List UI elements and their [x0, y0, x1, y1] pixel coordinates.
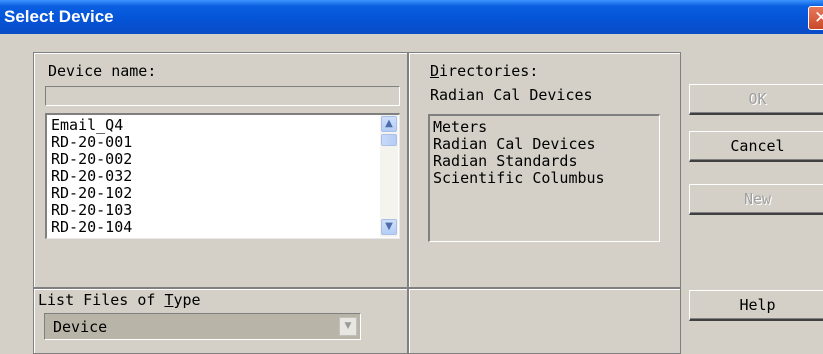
- list-item[interactable]: RD-20-102: [51, 185, 132, 202]
- current-directory: Radian Cal Devices: [430, 86, 593, 104]
- device-name-label: Device name:: [48, 62, 156, 80]
- window-title: Select Device: [4, 7, 114, 26]
- file-type-label: List Files of Type: [38, 291, 201, 309]
- device-name-label-text: Device name:: [48, 62, 157, 80]
- directory-item[interactable]: Meters: [433, 119, 605, 136]
- close-button[interactable]: ✕: [808, 6, 823, 30]
- directories-label-rest: irectories:: [439, 62, 539, 80]
- chevron-down-icon: ▼: [344, 321, 352, 331]
- new-button[interactable]: New: [689, 184, 823, 215]
- scroll-down-button[interactable]: ▼: [381, 219, 397, 235]
- help-button[interactable]: Help: [689, 290, 823, 321]
- empty-panel: [408, 288, 681, 354]
- close-icon: ✕: [814, 8, 823, 28]
- list-item[interactable]: Email_Q4: [51, 117, 132, 134]
- cancel-button[interactable]: Cancel: [689, 131, 823, 162]
- list-item[interactable]: RD-20-103: [51, 202, 132, 219]
- scroll-up-button[interactable]: ▲: [381, 116, 397, 132]
- directory-item[interactable]: Scientific Columbus: [433, 170, 605, 187]
- scroll-thumb[interactable]: [381, 134, 397, 146]
- device-list[interactable]: Email_Q4 RD-20-001 RD-20-002 RD-20-032 R…: [45, 113, 400, 239]
- directory-list[interactable]: Meters Radian Cal Devices Radian Standar…: [428, 114, 660, 242]
- device-list-scrollbar[interactable]: ▲ ▼: [380, 115, 398, 237]
- file-type-label-pre: List Files of: [38, 291, 165, 309]
- list-item[interactable]: RD-20-001: [51, 134, 132, 151]
- list-item[interactable]: RD-20-002: [51, 151, 132, 168]
- file-type-label-post: ype: [173, 291, 201, 309]
- title-bar[interactable]: Select Device ✕: [0, 0, 823, 34]
- select-device-dialog: Select Device ✕ Device name: Email_Q4 RD…: [0, 0, 823, 354]
- device-list-items: Email_Q4 RD-20-001 RD-20-002 RD-20-032 R…: [51, 117, 132, 236]
- directories-label: Directories:: [430, 62, 538, 80]
- list-item[interactable]: RD-20-104: [51, 219, 132, 236]
- directories-label-mnemonic: D: [430, 62, 440, 80]
- directory-list-items: Meters Radian Cal Devices Radian Standar…: [433, 119, 605, 187]
- dropdown-arrow-button[interactable]: ▼: [339, 317, 357, 336]
- directory-item[interactable]: Radian Cal Devices: [433, 136, 605, 153]
- directory-item[interactable]: Radian Standards: [433, 153, 605, 170]
- file-type-select[interactable]: Device ▼: [44, 313, 361, 340]
- ok-button[interactable]: OK: [689, 84, 823, 115]
- chevron-up-icon: ▲: [385, 118, 393, 129]
- device-name-input[interactable]: [45, 86, 400, 106]
- list-item[interactable]: RD-20-032: [51, 168, 132, 185]
- chevron-down-icon: ▼: [385, 221, 393, 232]
- file-type-value: Device: [53, 318, 108, 336]
